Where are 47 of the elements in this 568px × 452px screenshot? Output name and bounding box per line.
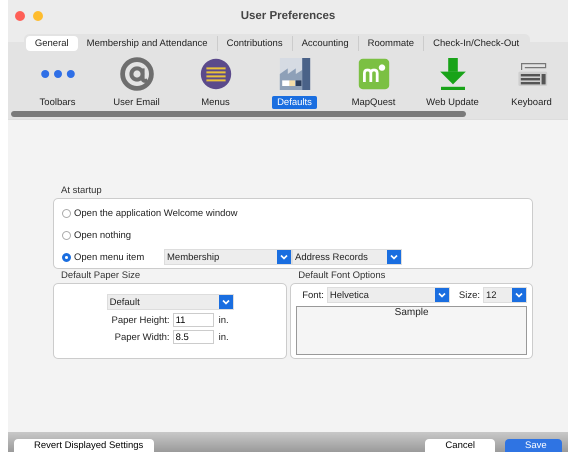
sample-text: Sample <box>394 307 429 318</box>
chevron-down-icon[interactable] <box>277 250 291 264</box>
input-field[interactable]: 8.5 <box>172 330 214 344</box>
chevron-down-icon[interactable] <box>434 288 449 302</box>
radio-label[interactable]: Open nothing <box>74 230 164 240</box>
radio-label[interactable]: Open menu item <box>74 252 164 262</box>
save-button[interactable]: Save <box>505 439 562 452</box>
scrollbar-thumb[interactable] <box>11 111 466 117</box>
field-label: Font: <box>302 290 324 300</box>
group-title: At startup <box>61 185 103 196</box>
tab[interactable]: Check-In/Check-Out <box>424 36 528 51</box>
close-button[interactable] <box>15 10 25 20</box>
toolbar-label[interactable]: Defaults <box>272 96 317 109</box>
radio-button[interactable] <box>62 208 71 218</box>
item-dropdown[interactable]: Address Records <box>292 249 402 265</box>
input-field[interactable]: 11 <box>172 313 214 327</box>
radio-button[interactable] <box>62 230 71 240</box>
toolbar-label[interactable]: Web Update <box>421 96 484 109</box>
tab[interactable]: Roommate <box>358 36 424 51</box>
menu-dropdown[interactable]: Membership <box>164 249 292 265</box>
font-dropdown[interactable]: Helvetica <box>326 287 450 303</box>
chevron-down-icon[interactable] <box>218 295 233 309</box>
chevron-down-icon[interactable] <box>512 288 526 302</box>
group-title: Default Font Options <box>298 270 386 281</box>
tab[interactable]: Contributions <box>218 36 293 51</box>
radio-button[interactable] <box>62 252 71 262</box>
unit-label: in. <box>218 314 229 326</box>
size-dropdown[interactable]: 12 <box>483 287 527 303</box>
field-label: Size: <box>458 290 480 300</box>
toolbar-label[interactable]: User Email <box>108 96 165 109</box>
chevron-down-icon[interactable] <box>387 250 401 264</box>
revert-button[interactable]: Revert Displayed Settings <box>14 439 154 452</box>
tab[interactable]: General <box>26 36 78 51</box>
tab[interactable]: Accounting <box>292 36 359 51</box>
cancel-button[interactable]: Cancel <box>425 439 495 452</box>
unit-label: in. <box>218 332 229 342</box>
toolbar-label[interactable]: MapQuest <box>346 96 400 109</box>
group-title: Default Paper Size <box>61 270 142 281</box>
tab[interactable]: Membership and Attendance <box>78 36 218 51</box>
toolbar-label[interactable]: Menus <box>196 96 235 109</box>
field-label: Paper Width: <box>114 332 170 342</box>
radio-label[interactable]: Open the application Welcome window <box>74 208 238 218</box>
window-title: User Preferences <box>240 10 336 22</box>
toolbar-label[interactable]: Keyboard <box>506 96 557 109</box>
paper-size-dropdown[interactable]: Default <box>106 294 234 310</box>
toolbar-label[interactable]: Toolbars <box>34 96 80 109</box>
field-label: Paper Height: <box>110 314 170 326</box>
